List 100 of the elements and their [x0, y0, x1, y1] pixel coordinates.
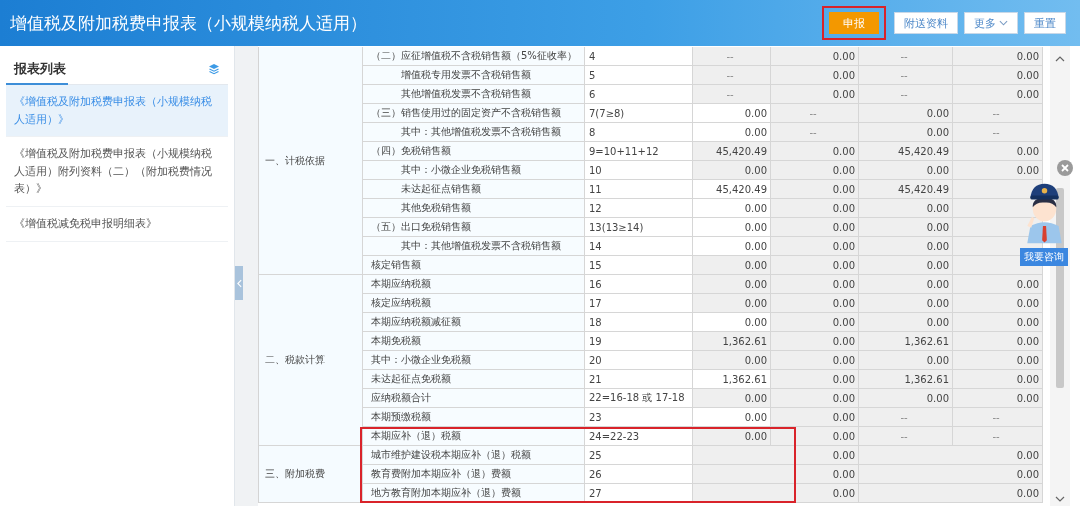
- scroll-up-icon[interactable]: [1055, 56, 1065, 62]
- table-cell: 0.00: [859, 104, 953, 123]
- table-cell: 0.00: [953, 161, 1043, 180]
- table-cell: --: [693, 66, 771, 85]
- table-cell: 14: [585, 237, 693, 256]
- table-cell: 其他增值税发票不含税销售额: [363, 85, 585, 104]
- table-cell: --: [859, 427, 953, 446]
- table-cell: 其中：其他增值税发票不含税销售额: [363, 123, 585, 142]
- table-cell: --: [771, 104, 859, 123]
- table-cell: 9=10+11+12: [585, 142, 693, 161]
- table-cell: 本期应纳税额减征额: [363, 313, 585, 332]
- table-cell: 核定应纳税额: [363, 294, 585, 313]
- table-cell: 0.00: [771, 275, 859, 294]
- table-cell: 教育费附加本期应补（退）费额: [363, 465, 585, 484]
- table-cell: --: [771, 123, 859, 142]
- table-cell: 7(7≥8): [585, 104, 693, 123]
- table-cell: 0.00: [859, 446, 1043, 465]
- input-field[interactable]: 0.00: [693, 237, 771, 256]
- input-field[interactable]: 0.00: [693, 218, 771, 237]
- table-cell: （四）免税销售额: [363, 142, 585, 161]
- table-cell: 0.00: [771, 313, 859, 332]
- table-cell: 25: [585, 446, 693, 465]
- table-cell: 18: [585, 313, 693, 332]
- table-cell: 0.00: [771, 256, 859, 275]
- table-cell: 0.00: [771, 161, 859, 180]
- table-cell: 0.00: [859, 218, 953, 237]
- table-cell: 0.00: [953, 47, 1043, 66]
- table-cell: 0.00: [953, 66, 1043, 85]
- input-field[interactable]: 0.00: [693, 199, 771, 218]
- table-cell: 0.00: [771, 332, 859, 351]
- table-cell: 23: [585, 408, 693, 427]
- table-cell: --: [953, 104, 1043, 123]
- table-cell: 0.00: [693, 256, 771, 275]
- table-cell: 17: [585, 294, 693, 313]
- layers-icon[interactable]: [208, 63, 220, 75]
- table-cell: 三、附加税费: [259, 446, 363, 503]
- table-cell: 0.00: [953, 389, 1043, 408]
- table-cell: 11: [585, 180, 693, 199]
- table-cell: 0.00: [859, 389, 953, 408]
- sidebar-item[interactable]: 《增值税及附加税费申报表（小规模纳税人适用）附列资料（二）（附加税费情况表）》: [6, 137, 228, 207]
- header-button[interactable]: 附送资料: [894, 12, 958, 34]
- table-cell: --: [693, 47, 771, 66]
- table-cell: --: [859, 47, 953, 66]
- table-cell: 0.00: [771, 389, 859, 408]
- table-cell: 一、计税依据: [259, 47, 363, 275]
- table-cell: （三）销售使用过的固定资产不含税销售额: [363, 104, 585, 123]
- table-cell: 0.00: [693, 465, 859, 484]
- table-cell: 其中：其他增值税发票不含税销售额: [363, 237, 585, 256]
- table-cell: 本期应纳税额: [363, 275, 585, 294]
- header-button[interactable]: 更多: [964, 12, 1018, 34]
- table-cell: 21: [585, 370, 693, 389]
- sidebar-title: 报表列表: [14, 60, 66, 78]
- input-field[interactable]: 0.00: [693, 104, 771, 123]
- close-icon[interactable]: [1057, 160, 1073, 176]
- page-title: 增值税及附加税费申报表（小规模纳税人适用）: [10, 11, 367, 35]
- table-cell: 0.00: [693, 351, 771, 370]
- table-cell: 0.00: [859, 275, 953, 294]
- table-cell: 应纳税额合计: [363, 389, 585, 408]
- input-field[interactable]: 0.00: [693, 408, 771, 427]
- input-field[interactable]: 0.00: [693, 313, 771, 332]
- table-cell: （二）应征增值税不含税销售额（5%征收率）: [363, 47, 585, 66]
- table-cell: 26: [585, 465, 693, 484]
- scroll-down-icon[interactable]: [1055, 496, 1065, 502]
- table-cell: 0.00: [771, 218, 859, 237]
- collapse-handle[interactable]: [235, 266, 243, 300]
- table-cell: --: [859, 408, 953, 427]
- input-field[interactable]: 1,362.61: [693, 370, 771, 389]
- table-cell: （五）出口免税销售额: [363, 218, 585, 237]
- table-cell: 0.00: [953, 275, 1043, 294]
- sidebar-item[interactable]: 《增值税减免税申报明细表》: [6, 206, 228, 242]
- table-cell: 其他免税销售额: [363, 199, 585, 218]
- table-cell: 0.00: [771, 427, 859, 446]
- table-cell: 0.00: [693, 389, 771, 408]
- table-cell: 16: [585, 275, 693, 294]
- table-cell: 0.00: [953, 332, 1043, 351]
- table-cell: 22=16-18 或 17-18: [585, 389, 693, 408]
- table-cell: 12: [585, 199, 693, 218]
- header-button[interactable]: 重置: [1024, 12, 1066, 34]
- table-cell: --: [953, 123, 1043, 142]
- table-cell: 4: [585, 47, 693, 66]
- table-cell: 0.00: [859, 123, 953, 142]
- table-cell: 本期预缴税额: [363, 408, 585, 427]
- input-field[interactable]: 0.00: [693, 123, 771, 142]
- table-cell: 0.00: [859, 294, 953, 313]
- table-cell: 5: [585, 66, 693, 85]
- table-cell: 城市维护建设税本期应补（退）税额: [363, 446, 585, 465]
- input-field[interactable]: 45,420.49: [693, 180, 771, 199]
- table-cell: 0.00: [859, 465, 1043, 484]
- table-cell: 0.00: [771, 370, 859, 389]
- table-cell: --: [859, 85, 953, 104]
- table-cell: 0.00: [693, 161, 771, 180]
- consult-button[interactable]: 我要咨询: [1020, 248, 1068, 266]
- table-cell: 15: [585, 256, 693, 275]
- table-cell: 0.00: [771, 180, 859, 199]
- table-cell: 1,362.61: [859, 370, 953, 389]
- table-cell: 0.00: [859, 313, 953, 332]
- table-cell: 45,420.49: [859, 180, 953, 199]
- table-cell: 1,362.61: [859, 332, 953, 351]
- table-cell: 13(13≥14): [585, 218, 693, 237]
- table-cell: 二、税款计算: [259, 275, 363, 446]
